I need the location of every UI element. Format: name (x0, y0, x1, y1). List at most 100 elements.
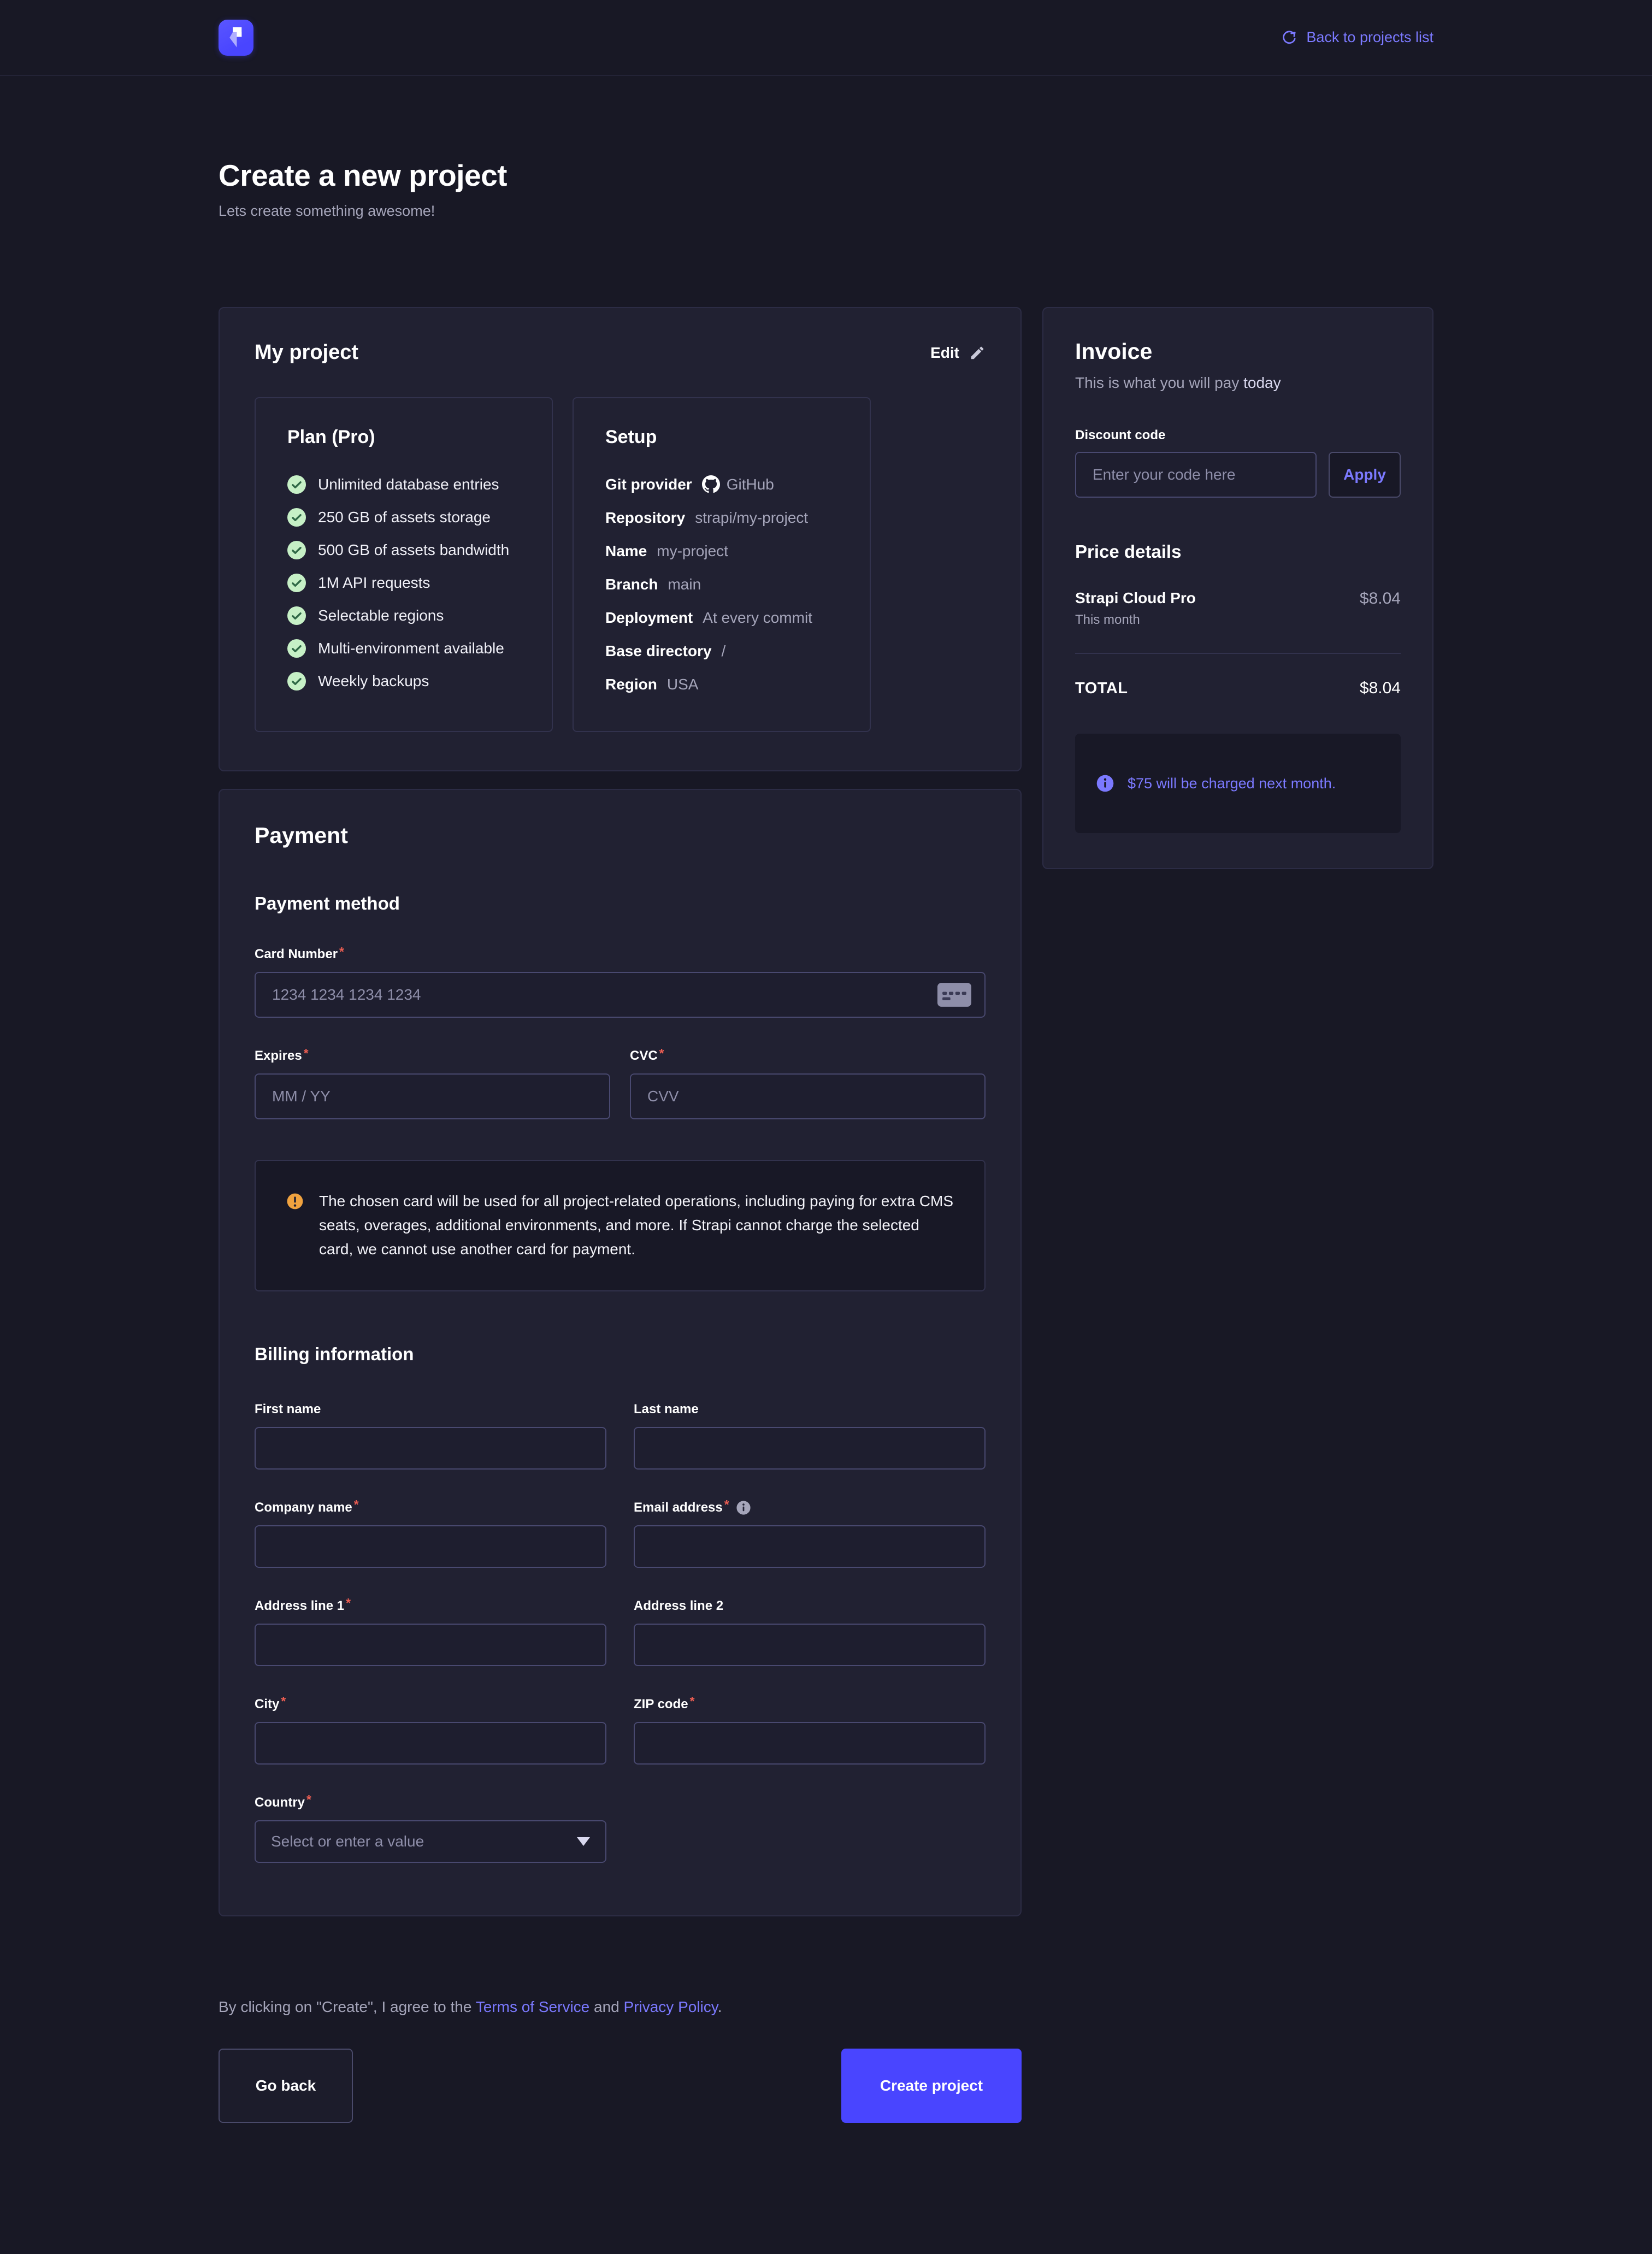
card-number-input[interactable] (255, 972, 986, 1018)
line-item-period: This month (1075, 612, 1196, 628)
setup-row-value: At every commit (703, 609, 812, 627)
apply-discount-button[interactable]: Apply (1329, 452, 1401, 498)
zip-code-field: ZIP code* (634, 1697, 986, 1765)
country-field: Country* Select or enter a value (255, 1795, 606, 1863)
setup-row: Deployment At every commit (605, 609, 838, 627)
plan-feature-label: Unlimited database entries (318, 476, 499, 493)
plan-feature-item: Weekly backups (287, 672, 520, 691)
plan-box-title: Plan (Pro) (287, 427, 520, 448)
plan-feature-item: Multi-environment available (287, 639, 520, 658)
next-month-note-text: $75 will be charged next month. (1128, 775, 1336, 792)
country-select-placeholder: Select or enter a value (271, 1833, 424, 1850)
plan-feature-item: 500 GB of assets bandwidth (287, 541, 520, 559)
billing-title: Billing information (255, 1344, 986, 1365)
invoice-card: Invoice This is what you will pay today … (1042, 307, 1433, 869)
total-label: TOTAL (1075, 680, 1128, 698)
setup-row-value: main (668, 576, 701, 593)
cvc-field: CVC* (630, 1048, 986, 1119)
plan-feature-label: Multi-environment available (318, 640, 504, 657)
plan-feature-label: 500 GB of assets bandwidth (318, 541, 509, 559)
project-card-title: My project (255, 341, 358, 364)
price-line-item: Strapi Cloud Pro This month $8.04 (1075, 589, 1401, 628)
total-amount: $8.04 (1360, 679, 1401, 698)
last-name-input[interactable] (634, 1427, 986, 1470)
setup-row: Base directory / (605, 642, 838, 660)
back-link-label: Back to projects list (1306, 29, 1433, 46)
address-line-2-field: Address line 2 (634, 1598, 986, 1666)
strapi-cloud-logo[interactable] (219, 20, 253, 56)
last-name-field: Last name (634, 1402, 986, 1470)
invoice-title: Invoice (1075, 339, 1401, 364)
city-input[interactable] (255, 1722, 606, 1765)
invoice-subtitle: This is what you will pay today (1075, 374, 1401, 392)
zip-code-label: ZIP code* (634, 1697, 986, 1712)
plan-feature-item: 250 GB of assets storage (287, 508, 520, 527)
zip-code-input[interactable] (634, 1722, 986, 1765)
city-field: City* (255, 1697, 606, 1765)
required-asterisk: * (304, 1046, 309, 1061)
address-line-2-input[interactable] (634, 1624, 986, 1666)
email-input[interactable] (634, 1525, 986, 1568)
line-item-name: Strapi Cloud Pro (1075, 589, 1196, 607)
warning-icon (286, 1193, 304, 1210)
info-icon (1096, 774, 1114, 793)
country-label: Country* (255, 1795, 606, 1810)
create-project-button[interactable]: Create project (841, 2049, 1022, 2123)
plan-feature-label: Selectable regions (318, 607, 444, 624)
setup-row: Region USA (605, 676, 838, 693)
setup-row-value: my-project (657, 542, 728, 560)
plan-feature-label: 250 GB of assets storage (318, 509, 491, 526)
address-line-1-input[interactable] (255, 1624, 606, 1666)
setup-row-label: Region (605, 676, 657, 693)
company-name-input[interactable] (255, 1525, 606, 1568)
page-subtitle: Lets create something awesome! (219, 203, 1433, 220)
terms-text: By clicking on "Create", I agree to the … (219, 1998, 1022, 2016)
city-label: City* (255, 1697, 606, 1712)
expires-input[interactable] (255, 1073, 610, 1119)
plan-feature-label: Weekly backups (318, 672, 429, 690)
cvc-input[interactable] (630, 1073, 986, 1119)
expires-label: Expires* (255, 1048, 610, 1064)
setup-row-label: Branch (605, 576, 658, 593)
setup-row-label: Base directory (605, 642, 712, 660)
company-name-field: Company name* (255, 1500, 606, 1568)
card-usage-notice: The chosen card will be used for all pro… (255, 1160, 986, 1291)
setup-box: Setup Git provider (573, 397, 871, 732)
setup-row: Branch main (605, 576, 838, 593)
total-row: TOTAL $8.04 (1075, 679, 1401, 698)
check-icon (287, 541, 306, 559)
setup-row-value: strapi/my-project (695, 509, 808, 527)
discount-code-input[interactable] (1075, 452, 1317, 498)
terms-of-service-link[interactable]: Terms of Service (476, 1998, 590, 2015)
return-arrow-icon (1281, 29, 1297, 46)
check-icon (287, 508, 306, 527)
go-back-button[interactable]: Go back (219, 2049, 353, 2123)
privacy-policy-link[interactable]: Privacy Policy (624, 1998, 718, 2015)
setup-row: Repository strapi/my-project (605, 509, 838, 527)
setup-row-label: Deployment (605, 609, 693, 627)
setup-box-title: Setup (605, 427, 838, 448)
check-icon (287, 672, 306, 691)
price-details-title: Price details (1075, 541, 1401, 562)
required-asterisk: * (659, 1046, 664, 1061)
card-number-label: Card Number* (255, 947, 986, 962)
setup-row: Git provider GitHub (605, 475, 838, 493)
check-icon (287, 606, 306, 625)
project-summary-card: My project Edit Plan (Pro) (219, 307, 1022, 771)
edit-button-label: Edit (930, 344, 959, 362)
line-item-amount: $8.04 (1360, 589, 1401, 628)
check-icon (287, 574, 306, 592)
plan-feature-item: 1M API requests (287, 574, 520, 592)
plan-feature-item: Unlimited database entries (287, 475, 520, 494)
back-to-projects-link[interactable]: Back to projects list (1281, 29, 1433, 46)
country-select[interactable]: Select or enter a value (255, 1820, 606, 1863)
setup-row-label: Git provider (605, 476, 692, 493)
setup-row-value: / (722, 642, 726, 660)
edit-project-button[interactable]: Edit (930, 344, 986, 362)
setup-row-value: GitHub (727, 476, 774, 493)
pencil-icon (969, 345, 986, 361)
first-name-input[interactable] (255, 1427, 606, 1470)
invoice-divider (1075, 653, 1401, 654)
address-line-1-field: Address line 1* (255, 1598, 606, 1666)
cvc-label: CVC* (630, 1048, 986, 1064)
